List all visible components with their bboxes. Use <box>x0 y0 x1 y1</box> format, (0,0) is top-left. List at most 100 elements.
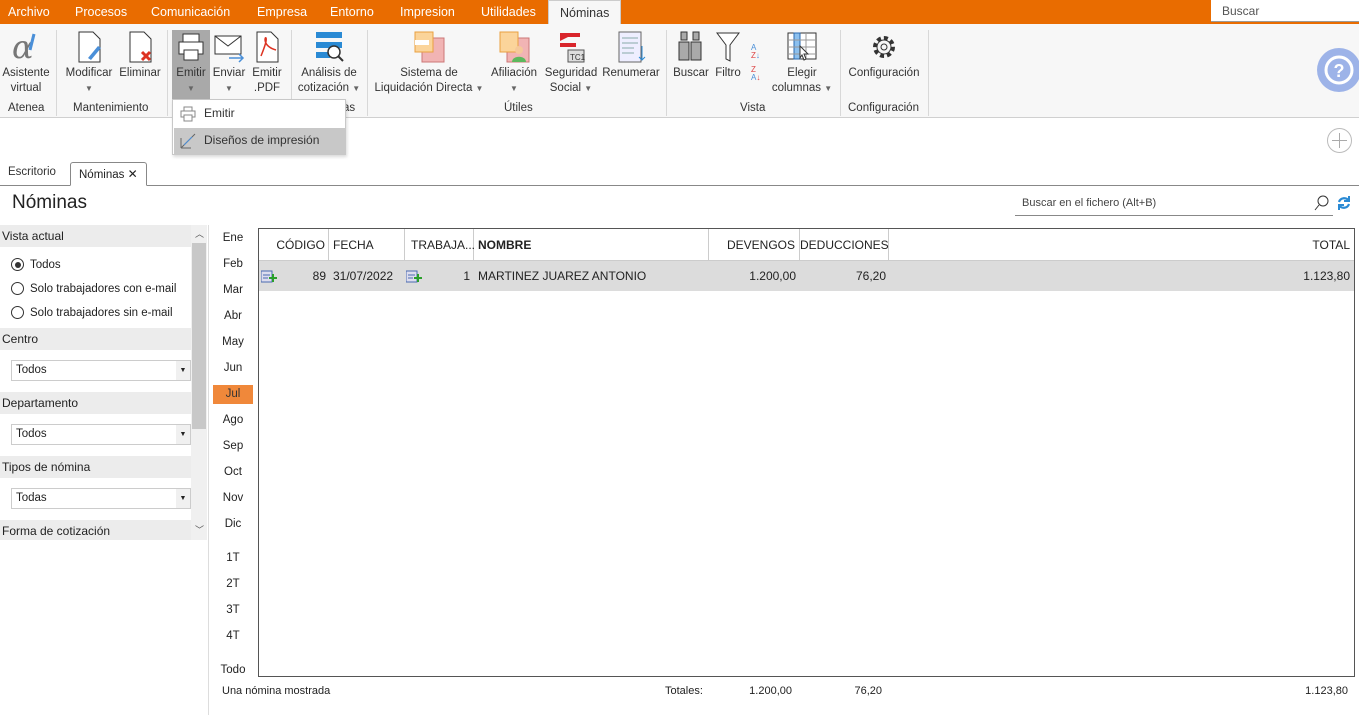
table-row[interactable]: 89 31/07/2022 1 MARTINEZ JUAREZ ANTONIO … <box>259 260 1354 291</box>
divider <box>666 30 667 116</box>
col-header-fecha[interactable]: FECHA <box>329 229 405 260</box>
help-icon[interactable]: ? <box>1311 47 1359 93</box>
month-feb[interactable]: Feb <box>213 255 253 274</box>
divider <box>840 30 841 116</box>
tab-comunicacion[interactable]: Comunicación <box>151 5 230 19</box>
scrollbar[interactable]: ︿ ﹀ <box>191 225 207 540</box>
label: Eliminar <box>119 67 161 79</box>
tab-entorno[interactable]: Entorno <box>330 5 374 19</box>
label: Elegir <box>787 67 817 79</box>
month-mar[interactable]: Mar <box>213 281 253 300</box>
filtro-button[interactable]: Filtro <box>713 30 743 81</box>
svg-text:TC1: TC1 <box>570 53 586 62</box>
caret-icon: ▼ <box>352 84 361 93</box>
menu-item-emitir[interactable]: Emitir <box>174 101 345 127</box>
add-tab-icon[interactable] <box>1326 127 1353 154</box>
tab-procesos[interactable]: Procesos <box>75 5 127 19</box>
group-label-mantenimiento: Mantenimiento <box>73 102 149 114</box>
label: .PDF <box>253 82 281 94</box>
col-header-trabajador[interactable]: TRABAJA... <box>405 229 475 260</box>
configuracion-button[interactable]: Configuración <box>845 30 923 81</box>
tab-utilidades[interactable]: Utilidades <box>481 5 536 19</box>
tipos-nomina-select[interactable]: Todas ▼ <box>11 488 191 509</box>
emitir-button[interactable]: Emitir ▼ <box>172 30 210 100</box>
month-jul[interactable]: Jul <box>213 385 253 404</box>
quarter-3t[interactable]: 3T <box>213 601 253 620</box>
cell-deducciones: 76,20 <box>855 269 886 283</box>
section-centro: Centro <box>0 328 191 350</box>
mail-send-icon <box>214 35 245 63</box>
col-header-total[interactable]: TOTAL <box>889 229 1356 260</box>
design-icon <box>180 133 196 149</box>
doc-tab-escritorio[interactable]: Escritorio <box>8 166 56 178</box>
analisis-cotizacion-button[interactable]: Análisis de cotización ▼ <box>296 30 362 96</box>
departamento-select[interactable]: Todos ▼ <box>11 424 191 445</box>
month-nov[interactable]: Nov <box>213 489 253 508</box>
scroll-up-icon[interactable]: ︿ <box>195 227 204 240</box>
label: Social <box>549 82 582 94</box>
month-ene[interactable]: Ene <box>213 229 253 248</box>
label: Seguridad <box>544 67 598 79</box>
section-departamento: Departamento <box>0 392 191 414</box>
nominas-table: CÓDIGO FECHA TRABAJA... NOMBRE DEVENGOS … <box>258 228 1355 677</box>
scroll-thumb[interactable] <box>192 243 206 429</box>
cell-fecha: 31/07/2022 <box>333 269 394 283</box>
eliminar-button[interactable]: Eliminar <box>118 30 162 81</box>
month-abr[interactable]: Abr <box>213 307 253 326</box>
group-label-atenea: Atenea <box>8 102 45 114</box>
modificar-button[interactable]: Modificar ▼ <box>62 30 116 96</box>
label: Emitir <box>176 67 206 79</box>
documents-icon <box>414 31 445 63</box>
radio-sin-email[interactable]: Solo trabajadores sin e-mail <box>11 306 173 319</box>
radio-con-email[interactable]: Solo trabajadores con e-mail <box>11 282 176 295</box>
label: Análisis de <box>301 67 357 79</box>
asistente-virtual-button[interactable]: α Asistente virtual <box>2 30 50 96</box>
col-header-deducciones[interactable]: DEDUCCIONES <box>800 229 889 260</box>
search-icon[interactable] <box>1314 195 1330 211</box>
radio-todos[interactable]: Todos <box>11 258 61 271</box>
doc-tab-nominas[interactable]: Nóminas ✕ <box>70 162 147 186</box>
refresh-icon[interactable] <box>1336 195 1352 211</box>
month-jun[interactable]: Jun <box>213 359 253 378</box>
seguridad-social-button[interactable]: TC1 Seguridad Social ▼ <box>542 30 600 96</box>
col-header-codigo[interactable]: CÓDIGO <box>259 229 329 260</box>
close-icon[interactable]: ✕ <box>128 167 138 181</box>
sort-descending-icon[interactable]: Z A↓ <box>751 66 760 82</box>
tab-impresion[interactable]: Impresion <box>400 5 455 19</box>
tab-archivo[interactable]: Archivo <box>8 5 50 19</box>
quarter-2t[interactable]: 2T <box>213 575 253 594</box>
file-search-input[interactable]: Buscar en el fichero (Alt+B) <box>1015 192 1333 216</box>
tab-nominas[interactable]: Nóminas <box>548 0 622 25</box>
centro-select[interactable]: Todos ▼ <box>11 360 191 381</box>
label: Buscar <box>673 67 709 79</box>
dropdown-arrow-icon: ▼ <box>176 361 190 380</box>
label: Solo trabajadores con e-mail <box>30 282 177 295</box>
sort-ascending-icon[interactable]: A Z↓ <box>751 44 760 60</box>
tab-empresa[interactable]: Empresa <box>257 5 307 19</box>
scroll-down-icon[interactable]: ﹀ <box>195 523 204 536</box>
global-search-input[interactable]: Buscar <box>1211 0 1359 22</box>
sistema-liquidacion-button[interactable]: Sistema de Liquidación Directa ▼ <box>372 30 486 96</box>
emitir-pdf-button[interactable]: Emitir .PDF <box>249 30 285 96</box>
elegir-columnas-button[interactable]: Elegir columnas ▼ <box>770 30 834 96</box>
month-dic[interactable]: Dic <box>213 515 253 534</box>
buscar-button[interactable]: Buscar <box>672 30 710 81</box>
label: Renumerar <box>602 67 660 79</box>
afiliacion-button[interactable]: Afiliación ▼ <box>489 30 539 96</box>
svg-text:?: ? <box>1334 61 1345 81</box>
status-text: Una nómina mostrada <box>222 685 331 697</box>
dropdown-arrow-icon: ▼ <box>176 425 190 444</box>
renumerar-button[interactable]: Renumerar <box>602 30 660 81</box>
enviar-button[interactable]: Enviar ▼ <box>212 30 246 96</box>
period-todo[interactable]: Todo <box>213 661 253 680</box>
caret-icon: ▼ <box>225 84 233 93</box>
month-sep[interactable]: Sep <box>213 437 253 456</box>
month-may[interactable]: May <box>213 333 253 352</box>
quarter-4t[interactable]: 4T <box>213 627 253 646</box>
col-header-devengos[interactable]: DEVENGOS <box>709 229 800 260</box>
month-ago[interactable]: Ago <box>213 411 253 430</box>
menu-item-disenos-impresion[interactable]: Diseños de impresión <box>174 128 345 154</box>
month-oct[interactable]: Oct <box>213 463 253 482</box>
col-header-nombre[interactable]: NOMBRE <box>474 229 709 260</box>
quarter-1t[interactable]: 1T <box>213 549 253 568</box>
